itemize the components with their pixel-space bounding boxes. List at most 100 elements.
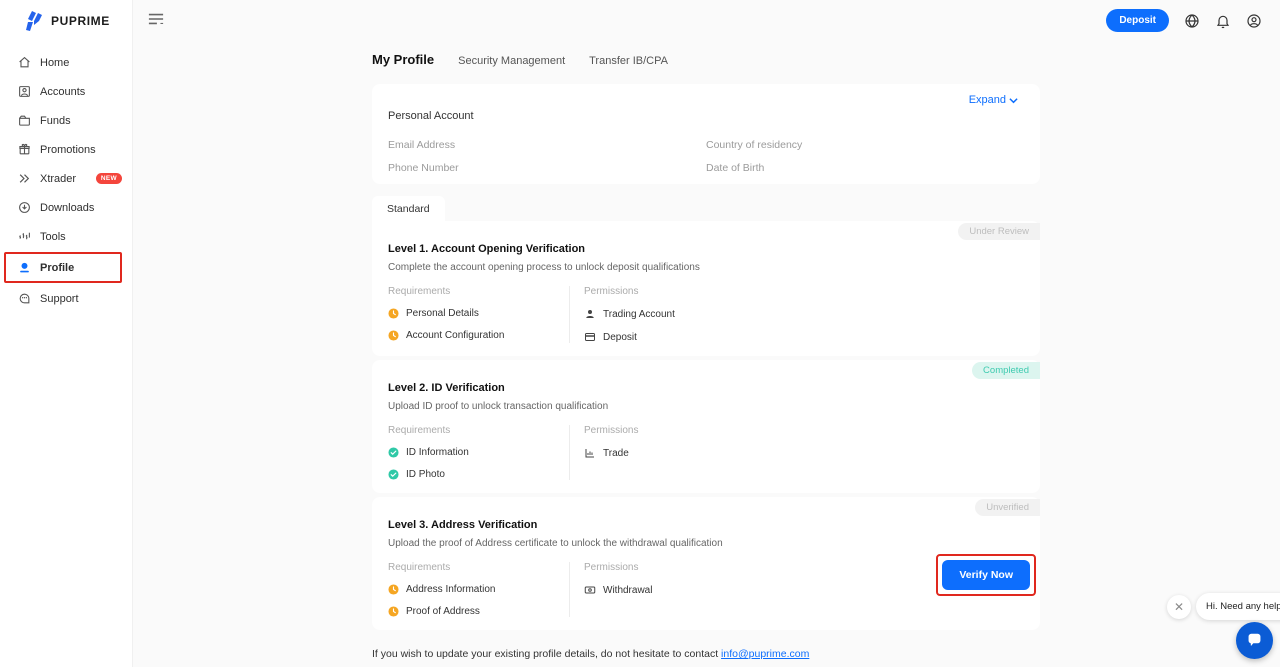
brand-logo: PUPRIME bbox=[0, 0, 132, 40]
chat-close-button[interactable]: ✕ bbox=[1167, 595, 1191, 619]
sidebar-item-downloads[interactable]: Downloads bbox=[0, 193, 132, 222]
sidebar-item-label: Tools bbox=[40, 231, 66, 243]
pending-clock-icon bbox=[388, 330, 399, 341]
sidebar-item-label: Support bbox=[40, 293, 79, 305]
permissions-label: Permissions bbox=[584, 425, 1024, 436]
permission-label: Trade bbox=[603, 448, 629, 459]
sidebar-item-profile[interactable]: Profile bbox=[6, 254, 120, 281]
account-avatar-icon[interactable] bbox=[1246, 13, 1262, 29]
new-badge: NEW bbox=[96, 173, 122, 184]
language-globe-icon[interactable] bbox=[1184, 13, 1200, 29]
requirements-label: Requirements bbox=[388, 286, 569, 297]
level-2-columns: Requirements ID Information ID Photo Per… bbox=[388, 425, 1024, 480]
tab-standard[interactable]: Standard bbox=[372, 196, 445, 221]
funds-icon bbox=[18, 114, 31, 127]
requirements-label: Requirements bbox=[388, 562, 569, 573]
level-3-title: Level 3. Address Verification bbox=[388, 519, 1024, 531]
personal-account-title: Personal Account bbox=[388, 110, 1024, 122]
level-1-description: Complete the account opening process to … bbox=[388, 262, 1024, 273]
permission-label: Deposit bbox=[603, 332, 637, 343]
downloads-icon bbox=[18, 201, 31, 214]
profile-content: My Profile Security Management Transfer … bbox=[372, 52, 1040, 660]
accounts-icon bbox=[18, 85, 31, 98]
requirement-label: ID Information bbox=[406, 447, 469, 458]
requirement-item: Address Information bbox=[388, 584, 569, 595]
chat-launcher-button[interactable] bbox=[1236, 622, 1273, 659]
topbar-actions: Deposit bbox=[1106, 9, 1262, 32]
trade-chart-icon bbox=[584, 447, 596, 459]
country-of-residency-label: Country of residency bbox=[706, 139, 1024, 151]
tab-security-management[interactable]: Security Management bbox=[458, 55, 565, 67]
chat-greeting-bubble[interactable]: Hi. Need any help? bbox=[1196, 593, 1280, 620]
requirement-label: Account Configuration bbox=[406, 330, 504, 341]
permission-item: Trading Account bbox=[584, 308, 1024, 320]
xtrader-icon bbox=[18, 172, 31, 185]
level-3-description: Upload the proof of Address certificate … bbox=[388, 538, 1024, 549]
level-2-description: Upload ID proof to unlock transaction qu… bbox=[388, 401, 1024, 412]
puprime-logo-icon bbox=[25, 10, 45, 32]
done-check-icon bbox=[388, 447, 399, 458]
profile-annotation-highlight: Profile bbox=[4, 252, 122, 283]
chat-bubble-icon bbox=[1245, 631, 1264, 650]
sidebar-item-label: Home bbox=[40, 57, 69, 69]
sidebar-item-label: Xtrader bbox=[40, 173, 76, 185]
tab-transfer-ib-cpa[interactable]: Transfer IB/CPA bbox=[589, 55, 668, 67]
profile-icon bbox=[18, 261, 31, 274]
sidebar-item-funds[interactable]: Funds bbox=[0, 106, 132, 135]
personal-fields: Email Address Country of residency Phone… bbox=[388, 139, 1024, 174]
status-badge: Under Review bbox=[958, 223, 1040, 240]
permission-item: Trade bbox=[584, 447, 1024, 459]
trading-account-icon bbox=[584, 308, 596, 320]
sidebar-item-label: Funds bbox=[40, 115, 71, 127]
verify-now-button[interactable]: Verify Now bbox=[942, 560, 1030, 590]
brand-name: PUPRIME bbox=[51, 14, 110, 28]
pending-clock-icon bbox=[388, 584, 399, 595]
home-icon bbox=[18, 56, 31, 69]
page-tabs: My Profile Security Management Transfer … bbox=[372, 52, 1040, 67]
expand-toggle[interactable]: Expand bbox=[969, 94, 1018, 106]
menu-collapse-icon[interactable] bbox=[148, 12, 164, 26]
verify-now-annotation-highlight: Verify Now bbox=[936, 554, 1036, 596]
requirement-item: Proof of Address bbox=[388, 606, 569, 617]
personal-account-card: Expand Personal Account Email Address Co… bbox=[372, 84, 1040, 184]
requirement-label: ID Photo bbox=[406, 469, 445, 480]
deposit-card-icon bbox=[584, 331, 596, 343]
requirement-label: Proof of Address bbox=[406, 606, 480, 617]
requirement-label: Address Information bbox=[406, 584, 496, 595]
expand-label: Expand bbox=[969, 94, 1006, 106]
close-icon: ✕ bbox=[1174, 600, 1184, 614]
contact-email-link[interactable]: info@puprime.com bbox=[721, 648, 809, 660]
email-address-label: Email Address bbox=[388, 139, 706, 151]
sidebar-item-xtrader[interactable]: Xtrader NEW bbox=[0, 164, 132, 193]
deposit-button[interactable]: Deposit bbox=[1106, 9, 1169, 32]
level-1-columns: Requirements Personal Details Account Co… bbox=[388, 286, 1024, 343]
permission-label: Withdrawal bbox=[603, 585, 652, 596]
pending-clock-icon bbox=[388, 606, 399, 617]
permissions-label: Permissions bbox=[584, 286, 1024, 297]
tab-my-profile[interactable]: My Profile bbox=[372, 52, 434, 67]
notifications-bell-icon[interactable] bbox=[1215, 13, 1231, 29]
requirements-column: Requirements Personal Details Account Co… bbox=[388, 286, 569, 343]
level-2-title: Level 2. ID Verification bbox=[388, 382, 1024, 394]
permissions-column: Permissions Trade bbox=[569, 425, 1024, 480]
sidebar-item-support[interactable]: Support bbox=[0, 284, 132, 313]
level-3-columns: Requirements Address Information Proof o… bbox=[388, 562, 1024, 617]
sidebar-item-home[interactable]: Home bbox=[0, 48, 132, 77]
sidebar-item-label: Promotions bbox=[40, 144, 96, 156]
promotions-icon bbox=[18, 143, 31, 156]
level-3-card: Unverified Level 3. Address Verification… bbox=[372, 497, 1040, 630]
requirements-label: Requirements bbox=[388, 425, 569, 436]
level-1-card: Under Review Level 1. Account Opening Ve… bbox=[372, 221, 1040, 356]
main-area: Deposit My Profile Security Management T… bbox=[133, 0, 1280, 667]
contact-note: If you wish to update your existing prof… bbox=[372, 648, 1040, 660]
date-of-birth-label: Date of Birth bbox=[706, 162, 1024, 174]
sidebar-item-tools[interactable]: Tools bbox=[0, 222, 132, 251]
sidebar-item-label: Profile bbox=[40, 262, 74, 274]
support-icon bbox=[18, 292, 31, 305]
pending-clock-icon bbox=[388, 308, 399, 319]
chevron-down-icon bbox=[1009, 96, 1018, 105]
sidebar-item-accounts[interactable]: Accounts bbox=[0, 77, 132, 106]
sidebar-item-promotions[interactable]: Promotions bbox=[0, 135, 132, 164]
level-2-card: Completed Level 2. ID Verification Uploa… bbox=[372, 360, 1040, 493]
status-badge: Completed bbox=[972, 362, 1040, 379]
